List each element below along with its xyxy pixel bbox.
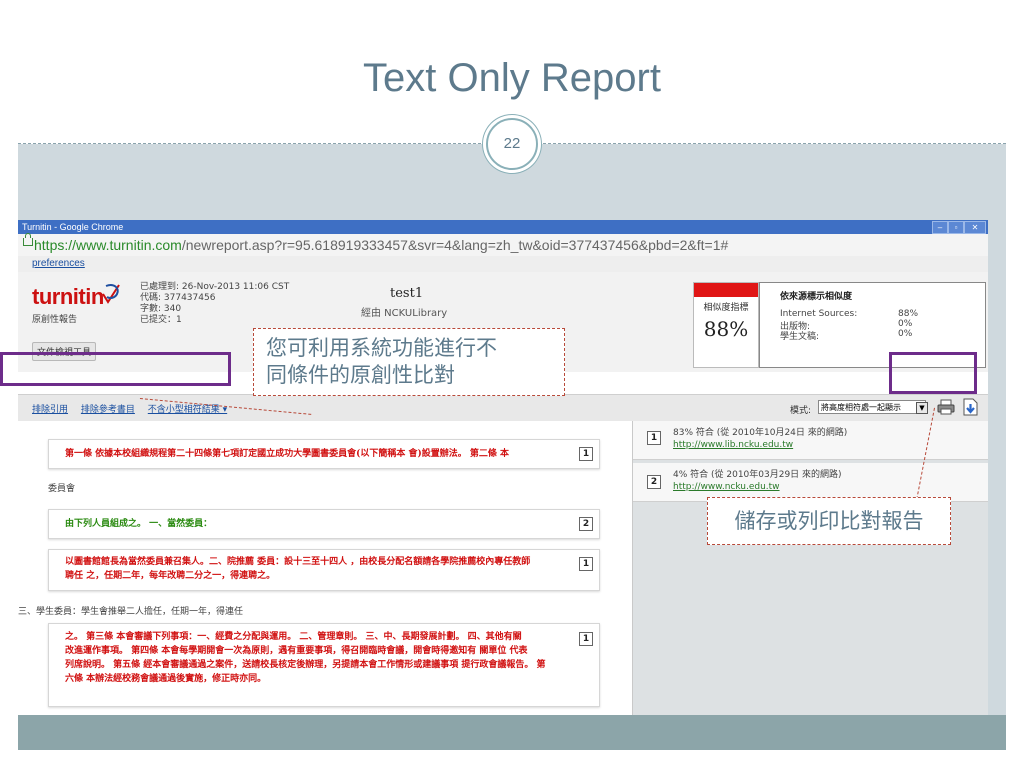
similarity-label: 相似度指標 xyxy=(703,303,749,313)
match-text: 以圖書館館長為當然委員兼召集人。二、院推薦 委員：設十三至十四人 ，由校長分配名… xyxy=(65,557,531,567)
similarity-color-bar xyxy=(694,283,758,297)
close-icon[interactable]: ✕ xyxy=(964,221,986,234)
match-block[interactable]: 以圖書館館長為當然委員兼召集人。二、院推薦 委員：設十三至十四人 ，由校長分配名… xyxy=(48,549,600,591)
match-number-badge[interactable]: 1 xyxy=(579,557,593,571)
url-text[interactable]: https://www.turnitin.com/newreport.asp?r… xyxy=(34,234,728,256)
plain-text: 三、學生委員：學生會推舉二人擔任，任期一年，得連任 xyxy=(18,607,244,617)
print-icon[interactable] xyxy=(937,399,955,415)
match-text: 列席說明。 第五條 經本會審議通過之案件，送請校長核定後辦理，另提請本會工作情形… xyxy=(65,660,546,670)
match-source-item[interactable]: 1 83% 符合 (從 2010年10月24日 來的網路) http://www… xyxy=(633,421,988,460)
source-row-student-papers: 學生文稿: 0% xyxy=(780,329,913,342)
meta-wordcount: 字數: 340 xyxy=(140,304,182,314)
document-via: 經由 NCKULibrary xyxy=(361,308,448,319)
slide-number: 22 xyxy=(486,118,538,170)
meta-id: 代碼: 377437456 xyxy=(140,293,216,303)
match-number-badge[interactable]: 1 xyxy=(579,632,593,646)
address-bar[interactable]: https://www.turnitin.com/newreport.asp?r… xyxy=(18,233,988,257)
similarity-index-box: 相似度指標 88% xyxy=(693,282,759,368)
match-source-number: 2 xyxy=(647,475,661,489)
compare-callout-line2: 同條件的原創性比對 xyxy=(266,363,455,387)
match-text: 由下列人員組成之。 一、當然委員： xyxy=(65,519,213,529)
mode-label: 模式: xyxy=(790,406,812,416)
filter-bar: 排除引用 排除參考書目 不含小型相符結果 ▾ 模式: 將高度相符處一起顯示 ▼ xyxy=(18,394,988,422)
match-block[interactable]: 第一條 依據本校組織規程第二十四條第七項訂定國立成功大學圖書委員會(以下簡稱本 … xyxy=(48,439,600,469)
match-source-text: 4% 符合 (從 2010年03月29日 來的網路) http://www.nc… xyxy=(673,469,842,493)
compare-callout-line1: 您可利用系統功能進行不 xyxy=(266,336,497,360)
save-print-callout: 儲存或列印比對報告 xyxy=(707,497,951,545)
browser-window: Turnitin - Google Chrome – ▫ ✕ https://w… xyxy=(18,220,988,715)
source-row-internet: Internet Sources: 88% xyxy=(780,309,919,319)
document-title: test1 xyxy=(390,286,424,301)
match-number-badge[interactable]: 2 xyxy=(579,517,593,531)
plain-text: 委員會 xyxy=(48,484,76,494)
sources-title: 依來源標示相似度 xyxy=(780,292,853,302)
compare-callout: 您可利用系統功能進行不 同條件的原創性比對 xyxy=(253,328,565,396)
match-block[interactable]: 由下列人員組成之。 一、當然委員： 2 xyxy=(48,509,600,539)
tools-highlight xyxy=(889,352,977,394)
exclude-quotes-link[interactable]: 排除引用 xyxy=(32,405,68,415)
meta-submitted: 已提交：1 xyxy=(140,315,182,325)
chevron-down-icon[interactable]: ▼ xyxy=(916,402,928,414)
exclude-small-matches-link[interactable]: 不含小型相符結果 ▾ xyxy=(148,405,227,415)
slide-title: Text Only Report xyxy=(363,56,661,100)
preferences-link[interactable]: preferences xyxy=(32,258,85,269)
mode-select[interactable]: 將高度相符處一起顯示 xyxy=(818,400,926,414)
lock-icon xyxy=(23,233,33,246)
download-icon[interactable] xyxy=(962,398,979,416)
match-text: 六條 本辦法經校務會議通過後實施，修正時亦同。 xyxy=(65,674,267,684)
browser-titlebar: Turnitin - Google Chrome – ▫ ✕ xyxy=(18,220,988,234)
window-title: Turnitin - Google Chrome xyxy=(22,222,124,232)
filter-links-highlight xyxy=(0,352,231,386)
preferences-bar: preferences xyxy=(18,256,988,272)
match-text: 之。 第三條 本會審議下列事項：一、經費之分配與運用。 二、管理章則。 三、中、… xyxy=(65,632,522,642)
match-source-text: 83% 符合 (從 2010年10月24日 來的網路) http://www.l… xyxy=(673,427,847,451)
document-text-pane: 第一條 依據本校組織規程第二十四條第七項訂定國立成功大學圖書委員會(以下簡稱本 … xyxy=(18,421,632,715)
match-source-link[interactable]: http://www.ncku.edu.tw xyxy=(673,481,842,493)
report-meta: 已處理到: 26-Nov-2013 11:06 CST 代碼: 37743745… xyxy=(140,282,289,326)
match-text: 改進運作事項。 第四條 本會每學期開會一次為原則，遇有重要事項，得召開臨時會議，… xyxy=(65,646,528,656)
turnitin-logo-icon xyxy=(102,284,120,304)
exclude-bibliography-link[interactable]: 排除參考書目 xyxy=(81,405,135,415)
match-source-summary: 4% 符合 (從 2010年03月29日 來的網路) xyxy=(673,470,842,480)
match-block[interactable]: 之。 第三條 本會審議下列事項：一、經費之分配與運用。 二、管理章則。 三、中、… xyxy=(48,623,600,707)
match-sources-pane: 1 83% 符合 (從 2010年10月24日 來的網路) http://www… xyxy=(632,421,988,715)
match-source-link[interactable]: http://www.lib.ncku.edu.tw xyxy=(673,439,847,451)
originality-label: 原創性報告 xyxy=(32,315,78,325)
match-text: 聘任 之，任期二年，每年改聘二分之一，得連聘之。 xyxy=(65,571,276,581)
match-text: 第一條 依據本校組織規程第二十四條第七項訂定國立成功大學圖書委員會(以下簡稱本 … xyxy=(65,449,510,459)
match-source-summary: 83% 符合 (從 2010年10月24日 來的網路) xyxy=(673,428,848,438)
match-source-number: 1 xyxy=(647,431,661,445)
similarity-value: 88% xyxy=(703,317,749,341)
match-number-badge[interactable]: 1 xyxy=(579,447,593,461)
slide-footer-bar xyxy=(18,715,1006,750)
maximize-icon[interactable]: ▫ xyxy=(948,221,964,234)
meta-processed: 已處理到: 26-Nov-2013 11:06 CST xyxy=(140,282,290,292)
minimize-icon[interactable]: – xyxy=(932,221,948,234)
turnitin-logo: turnitin xyxy=(32,284,104,309)
